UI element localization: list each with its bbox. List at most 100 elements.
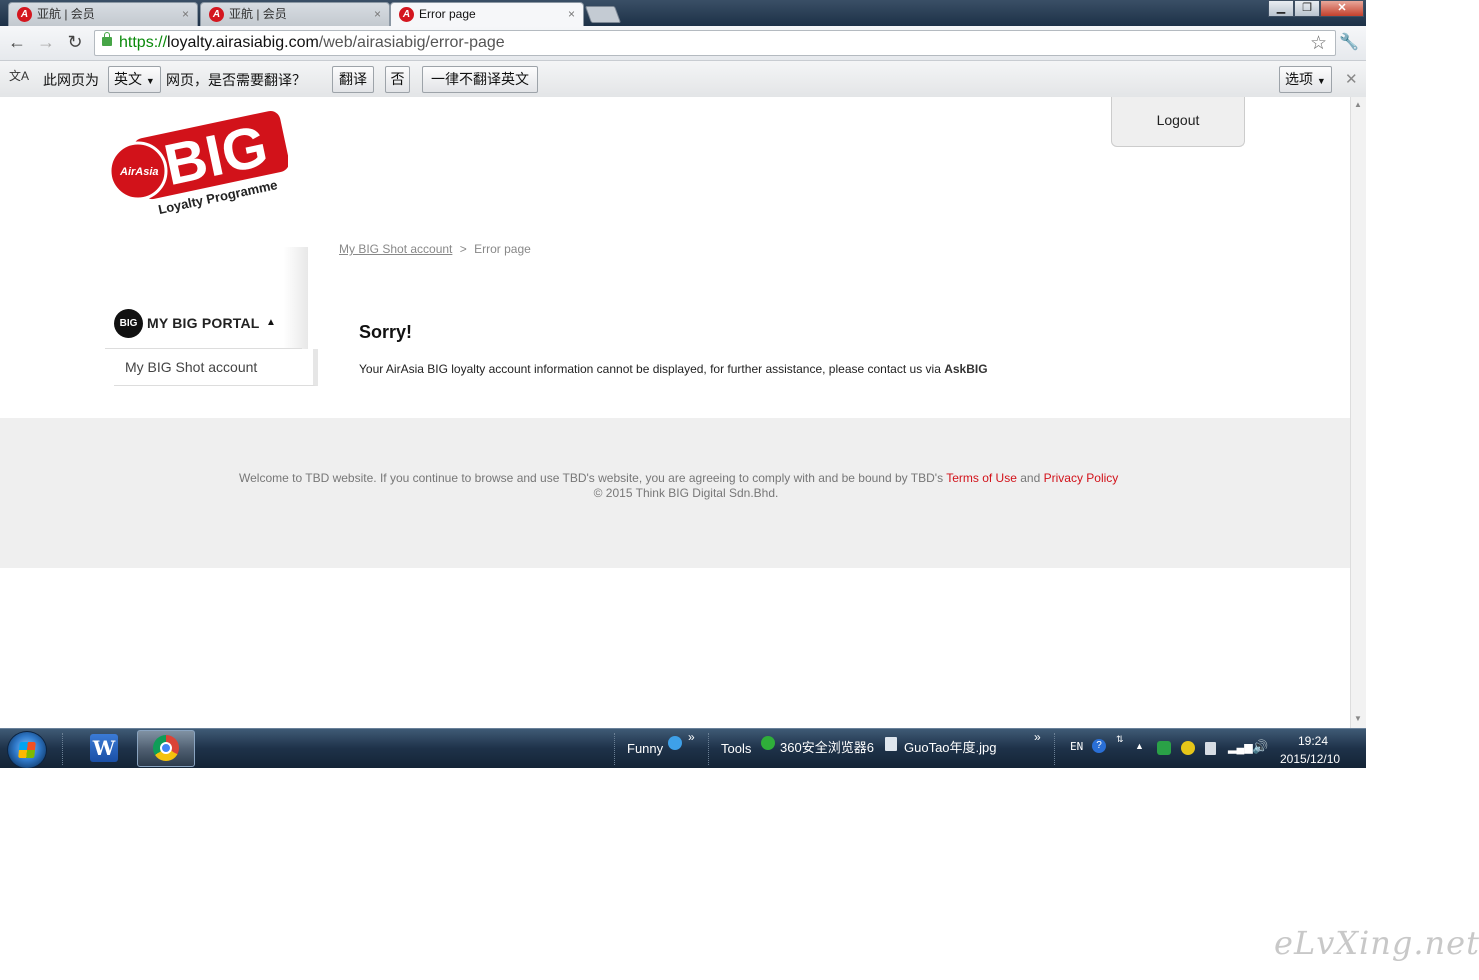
tab-member-1[interactable]: A 亚航 | 会员 ×: [8, 2, 198, 26]
network-signal-icon[interactable]: ▂▄▆: [1228, 741, 1253, 754]
security-shield-icon[interactable]: [1157, 741, 1171, 755]
terms-of-use-link[interactable]: Terms of Use: [946, 471, 1017, 485]
link-jpg-file[interactable]: GuoTao年度.jpg: [904, 737, 997, 756]
ime-options-icon[interactable]: ⇅: [1116, 734, 1124, 745]
tab-strip: A 亚航 | 会员 × A 亚航 | 会员 × A Error page × ▁…: [0, 0, 1366, 27]
close-window-button[interactable]: ✕: [1320, 0, 1364, 17]
airasia-big-logo[interactable]: BIG Loyalty Programme AirAsia: [108, 105, 288, 223]
error-message: Your AirAsia BIG loyalty account informa…: [359, 362, 988, 376]
footer-disclaimer: Welcome to TBD website. If you continue …: [239, 471, 1118, 485]
scroll-up-icon[interactable]: ▲: [1354, 100, 1362, 109]
new-tab-button[interactable]: [584, 6, 622, 23]
error-title: Sorry!: [359, 322, 413, 342]
site-watermark: eLvXing.net: [1274, 924, 1479, 962]
toolbar-funny[interactable]: Funny: [627, 741, 663, 756]
options-button[interactable]: 选项 ▼: [1279, 66, 1332, 93]
forward-button[interactable]: →: [36, 33, 56, 53]
maximize-button[interactable]: ❐: [1294, 0, 1320, 17]
url-text[interactable]: https://loyalty.airasiabig.com/web/airas…: [119, 31, 505, 55]
clock-time[interactable]: 19:24: [1298, 734, 1328, 748]
footer: Welcome to TBD website. If you continue …: [0, 418, 1350, 568]
taskbar-word-button[interactable]: W: [78, 730, 134, 767]
translate-bar: 文A 此网页为 英文 ▼ 网页，是否需要翻译？ 翻译 否 一律不翻译英文 选项 …: [0, 61, 1366, 98]
taskbar-chrome-button[interactable]: [137, 730, 195, 767]
privacy-policy-link[interactable]: Privacy Policy: [1044, 471, 1119, 485]
never-translate-button[interactable]: 一律不翻译英文: [422, 66, 538, 93]
plus-icon[interactable]: [1181, 741, 1195, 755]
back-button[interactable]: ←: [7, 33, 27, 53]
translate-prefix: 此网页为: [43, 72, 99, 88]
tab-member-2[interactable]: A 亚航 | 会员 ×: [200, 2, 390, 26]
airasia-favicon-icon: A: [17, 7, 32, 22]
sidebar-item-big-shot-account[interactable]: My BIG Shot account: [114, 349, 318, 386]
chevron-expand-icon[interactable]: »: [688, 730, 695, 744]
jpg-file-icon: [885, 737, 897, 751]
browser-toolbar: ← → ↻ https://loyalty.airasiabig.com/web…: [0, 26, 1366, 61]
page-scrollbar[interactable]: [1350, 97, 1366, 728]
tab-title: Error page: [419, 7, 476, 21]
language-select-value: 英文: [114, 71, 142, 87]
reload-button[interactable]: ↻: [65, 33, 85, 53]
taskbar-grip: [614, 733, 618, 765]
tab-close-icon[interactable]: ×: [374, 3, 381, 25]
taskbar-grip: [708, 733, 712, 765]
clock-date[interactable]: 2015/12/10: [1280, 752, 1340, 766]
windows-taskbar: W Funny » Tools 360安全浏览器6 GuoTao年度.jpg »…: [0, 728, 1366, 768]
options-label: 选项: [1285, 71, 1313, 87]
tab-title: 亚航 | 会员: [37, 7, 95, 21]
url-path: /web/airasiabig/error-page: [318, 34, 505, 51]
link-360-browser[interactable]: 360安全浏览器6: [780, 737, 874, 756]
breadcrumb-current: Error page: [474, 242, 531, 256]
footer-copyright: © 2015 Think BIG Digital Sdn.Bhd.: [593, 486, 779, 500]
lock-icon: [102, 32, 112, 46]
start-button[interactable]: [7, 731, 47, 768]
footer-disclaimer-text: Welcome to TBD website. If you continue …: [239, 471, 944, 485]
toolbar-tools[interactable]: Tools: [721, 741, 751, 756]
bookmark-star-icon[interactable]: ☆: [1310, 32, 1327, 55]
address-bar[interactable]: https://loyalty.airasiabig.com/web/airas…: [94, 30, 1336, 56]
translate-question: 网页，是否需要翻译？: [166, 72, 306, 88]
taskbar-grip: [1054, 733, 1058, 765]
airasia-favicon-icon: A: [209, 7, 224, 22]
browser-window: A 亚航 | 会员 × A 亚航 | 会员 × A Error page × ▁…: [0, 0, 1366, 768]
portal-label: MY BIG PORTAL: [147, 315, 260, 331]
wrench-menu-icon[interactable]: 🔧: [1339, 32, 1359, 52]
chevron-expand-icon[interactable]: »: [1034, 730, 1041, 744]
minimize-button[interactable]: ▁: [1268, 0, 1294, 17]
tab-error-page[interactable]: A Error page ×: [390, 2, 584, 27]
language-select[interactable]: 英文 ▼: [108, 66, 161, 93]
help-icon[interactable]: ?: [1092, 739, 1106, 753]
breadcrumb-link[interactable]: My BIG Shot account: [339, 242, 452, 256]
volume-icon[interactable]: 🔊: [1252, 739, 1268, 755]
scroll-down-icon[interactable]: ▼: [1354, 714, 1362, 723]
qq-icon[interactable]: [668, 736, 682, 750]
breadcrumb: My BIG Shot account > Error page: [339, 242, 531, 256]
footer-and: and: [1020, 471, 1041, 485]
translate-icon: 文A: [9, 69, 30, 83]
error-message-text: Your AirAsia BIG loyalty account informa…: [359, 362, 941, 376]
close-icon[interactable]: ✕: [1345, 70, 1358, 88]
big-badge-icon: BIG: [114, 309, 143, 338]
tab-title: 亚航 | 会员: [229, 7, 287, 21]
device-icon[interactable]: [1205, 742, 1216, 755]
translate-button[interactable]: 翻译: [332, 66, 374, 93]
show-hidden-icons-icon[interactable]: ▲: [1135, 741, 1144, 751]
logo-airasia: AirAsia: [119, 166, 159, 178]
airasia-favicon-icon: A: [399, 7, 414, 22]
askbig-link[interactable]: AskBIG: [944, 362, 987, 376]
tab-close-icon[interactable]: ×: [568, 3, 575, 25]
chevron-down-icon: ▼: [145, 76, 155, 86]
window-controls: ▁ ❐ ✕: [1268, 0, 1364, 18]
url-host: loyalty.airasiabig.com: [167, 34, 319, 51]
url-scheme: https://: [119, 34, 168, 51]
web-page: Logout BIG Loyalty Programme AirAsia My …: [0, 97, 1350, 728]
caret-up-icon: ▲: [266, 317, 276, 328]
logout-button[interactable]: Logout: [1111, 97, 1245, 147]
chevron-down-icon: ▼: [1316, 76, 1326, 86]
chrome-icon: [153, 735, 179, 761]
tab-close-icon[interactable]: ×: [182, 3, 189, 25]
taskbar-grip: [62, 733, 66, 765]
input-language-indicator[interactable]: EN: [1070, 740, 1083, 753]
no-button[interactable]: 否: [385, 66, 410, 93]
breadcrumb-separator: >: [459, 242, 467, 256]
